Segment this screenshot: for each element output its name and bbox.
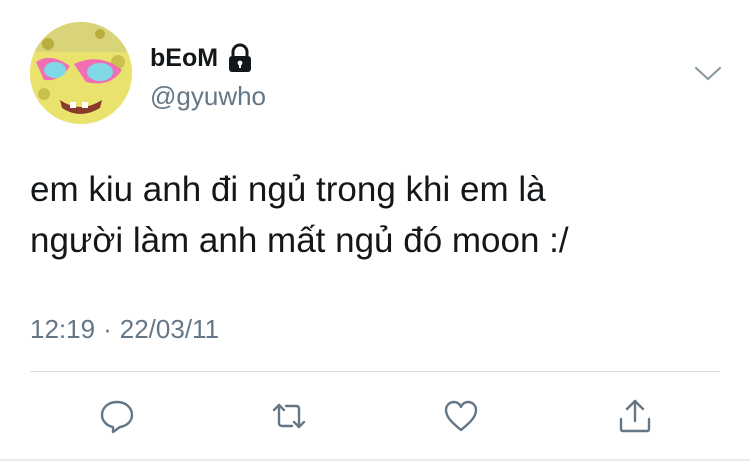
display-name[interactable]: bEoM [150, 43, 218, 73]
tweet-time: 12:19 [30, 314, 96, 344]
avatar[interactable] [30, 22, 132, 124]
reply-button[interactable] [97, 396, 137, 436]
share-button[interactable] [615, 396, 655, 436]
tweet-line: em kiu anh đi ngủ trong khi em là [30, 170, 546, 209]
heart-icon [444, 400, 478, 432]
retweet-icon [272, 403, 306, 429]
tweet-text: em kiu anh đi ngủ trong khi em là người … [30, 164, 710, 266]
timestamp-separator: · [103, 314, 112, 344]
divider [30, 371, 720, 372]
spongebob-avatar-icon [30, 22, 132, 124]
timestamp[interactable]: 12:19 · 22/03/11 [30, 313, 219, 345]
author-name-row: bEoM [150, 43, 254, 73]
tweet-date: 22/03/11 [119, 314, 220, 344]
handle[interactable]: @gyuwho [150, 80, 266, 112]
like-button[interactable] [441, 396, 481, 436]
tweet-line: người làm anh mất ngủ đó moon :/ [30, 221, 569, 260]
chevron-down-icon[interactable] [692, 62, 724, 86]
reply-icon [100, 400, 134, 434]
retweet-button[interactable] [269, 396, 309, 436]
lock-icon [226, 43, 254, 73]
share-icon [619, 399, 651, 433]
